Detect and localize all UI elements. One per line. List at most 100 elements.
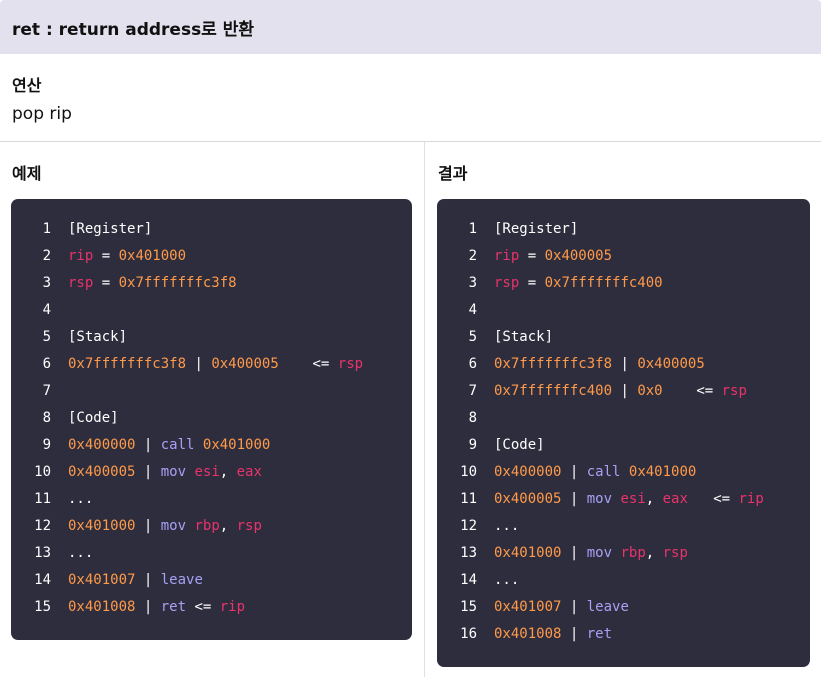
line-number: 11: [460, 491, 477, 507]
code-token: 0x401007: [494, 599, 562, 615]
line-number: 7: [468, 383, 477, 399]
code-token: rsp: [68, 275, 94, 291]
code-token: |: [135, 572, 161, 588]
operation-section: 연산 pop rip: [0, 54, 821, 142]
code-line: 13 0x401000 | mov rbp, rsp: [437, 540, 810, 567]
code-token: ...: [494, 518, 520, 534]
code-token: rsp: [337, 356, 364, 372]
line-number: 10: [460, 464, 477, 480]
code-text: 0x401000 | mov rbp, rsp: [494, 540, 688, 567]
code-line: 2 rip = 0x400005: [437, 243, 810, 270]
code-token: rsp: [494, 275, 520, 291]
code-token: esi: [194, 464, 220, 480]
line-number: 7: [42, 383, 51, 399]
code-token: =: [93, 248, 119, 264]
code-token: 0x401008: [494, 626, 562, 642]
code-token: [Stack]: [68, 329, 128, 345]
code-token: rsp: [236, 518, 262, 534]
code-token: rip: [738, 491, 764, 507]
code-text: 0x401008 | ret: [494, 621, 612, 648]
code-line: 12...: [437, 513, 810, 540]
code-token: |: [561, 626, 587, 642]
code-text: 0x400000 | call 0x401000: [68, 432, 270, 459]
code-token: |: [561, 545, 587, 561]
code-token: ,: [219, 464, 237, 480]
code-token: |: [612, 383, 638, 399]
line-number: 14: [460, 572, 477, 588]
line-number: 11: [34, 491, 51, 507]
code-line: 5 [Stack]: [11, 324, 412, 351]
line-number: 2: [42, 248, 51, 264]
line-number: 6: [468, 356, 477, 372]
code-token: rbp: [620, 545, 646, 561]
code-text: 0x400000 | call 0x401000: [494, 459, 696, 486]
code-line: 13...: [11, 540, 412, 567]
code-text: 0x7fffffffc3f8 | 0x400005: [494, 351, 705, 378]
code-token: |: [135, 518, 161, 534]
code-token: [Code]: [494, 437, 545, 453]
line-number: 3: [42, 275, 51, 291]
code-text: 0x400005 | mov esi, eax: [68, 459, 262, 486]
code-text: [Stack]: [68, 324, 127, 351]
code-token: rsp: [662, 545, 688, 561]
code-text: ...: [494, 513, 519, 540]
code-token: |: [135, 599, 161, 615]
code-token: [Code]: [68, 410, 119, 426]
code-token: <=: [662, 383, 722, 399]
code-token: eax: [662, 491, 688, 507]
line-number: 10: [34, 464, 51, 480]
code-text: 0x401007 | leave: [68, 567, 203, 594]
code-line: 3 rsp = 0x7fffffffc3f8: [11, 270, 412, 297]
code-token: |: [561, 464, 587, 480]
code-token: 0x401000: [494, 545, 562, 561]
code-line: 4: [11, 297, 412, 324]
code-line: 15 0x401007 | leave: [437, 594, 810, 621]
code-token: 0x401000: [118, 248, 187, 264]
code-token: 0x400000: [68, 437, 136, 453]
operation-heading: 연산: [12, 76, 42, 95]
code-token: ...: [68, 545, 94, 561]
line-number: 9: [42, 437, 51, 453]
code-text: ...: [68, 486, 93, 513]
column-divider: [424, 142, 425, 677]
code-token: 0x400005: [211, 356, 279, 372]
code-token: =: [93, 275, 119, 291]
code-token: 0x400005: [494, 491, 562, 507]
code-token: ...: [494, 572, 520, 588]
code-text: rsp = 0x7fffffffc3f8: [68, 270, 237, 297]
code-text: [Code]: [494, 432, 545, 459]
code-text: 0x401008 | ret <= rip: [68, 594, 245, 621]
code-token: mov: [586, 491, 613, 507]
code-token: |: [186, 356, 212, 372]
code-token: 0x7fffffffc3f8: [68, 356, 187, 372]
code-line: 6 0x7fffffffc3f8 | 0x400005 <= rsp: [11, 351, 412, 378]
title-bar: ret : return address로 반환: [0, 0, 821, 54]
code-line: 1 [Register]: [11, 216, 412, 243]
line-number: 4: [42, 302, 51, 318]
result-code-block: 1 [Register] 2 rip = 0x400005 3 rsp = 0x7ffff…: [437, 199, 810, 667]
code-token: 0x400005: [544, 248, 613, 264]
code-token: <=: [278, 356, 338, 372]
code-token: mov: [586, 545, 613, 561]
line-number: 14: [34, 572, 51, 588]
code-line: 10 0x400000 | call 0x401000: [437, 459, 810, 486]
code-text: rip = 0x401000: [68, 243, 186, 270]
code-line: 1 [Register]: [437, 216, 810, 243]
code-text: [Stack]: [494, 324, 553, 351]
code-token: [Register]: [68, 221, 153, 237]
code-token: <=: [186, 599, 220, 615]
code-token: esi: [620, 491, 646, 507]
code-line: 9 0x400000 | call 0x401000: [11, 432, 412, 459]
line-number: 2: [468, 248, 477, 264]
code-line: 14...: [437, 567, 810, 594]
code-text: ...: [68, 540, 93, 567]
code-token: rsp: [721, 383, 747, 399]
code-token: ret: [586, 626, 613, 642]
line-number: 13: [34, 545, 51, 561]
code-token: 0x7fffffffc3f8: [494, 356, 613, 372]
line-number: 12: [34, 518, 51, 534]
code-token: 0x7fffffffc3f8: [118, 275, 237, 291]
code-token: 0x401007: [68, 572, 136, 588]
code-line: 7: [11, 378, 412, 405]
